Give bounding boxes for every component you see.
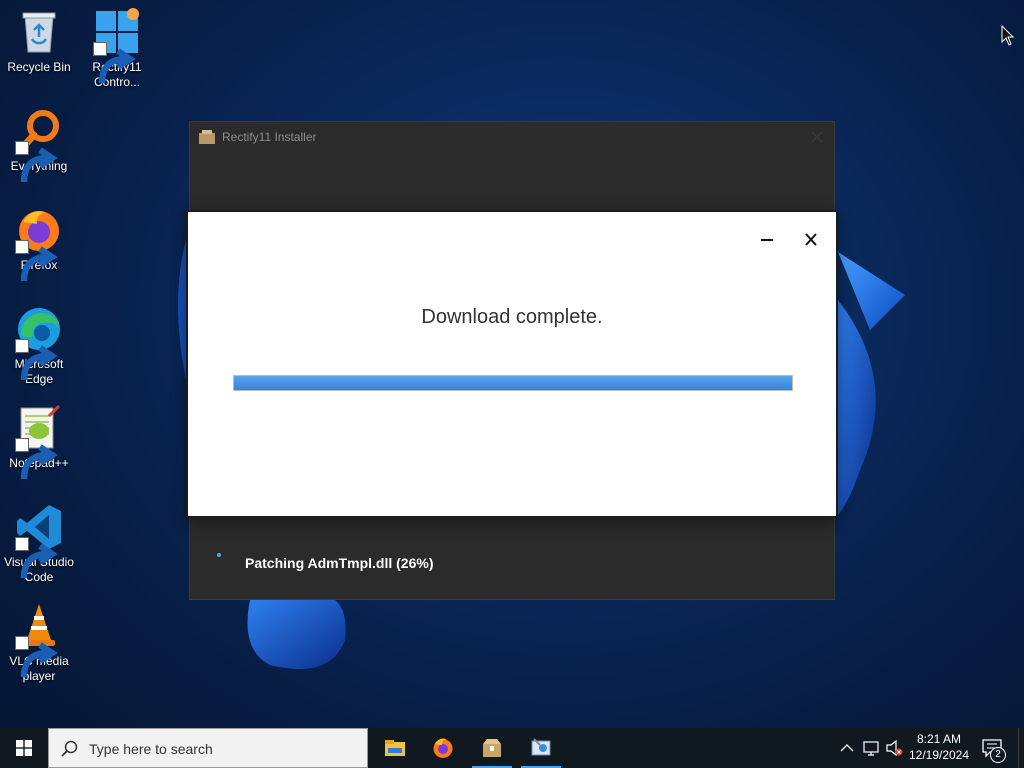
desktop-icon-area: Recycle Bin Rectify11 Contro... Everythi…	[0, 0, 160, 728]
installer-package-icon	[483, 739, 501, 757]
taskbar-app-firefox[interactable]	[419, 728, 467, 768]
tray-network[interactable]	[861, 728, 881, 768]
taskbar: Type here to search 8:21 AM 12/19/2024	[0, 728, 1024, 768]
dialog-message: Download complete.	[421, 306, 603, 328]
magnifier-orange-icon	[15, 107, 63, 183]
notepadpp-icon	[15, 404, 63, 480]
shortcut-arrow-icon	[15, 141, 58, 183]
desktop-icon-firefox[interactable]: Firefox	[1, 206, 77, 282]
installer-close-icon[interactable]	[810, 130, 824, 144]
spinner-icon	[217, 553, 221, 557]
firefox-icon	[433, 738, 453, 758]
network-icon	[863, 741, 879, 756]
recycle-bin-icon	[15, 8, 63, 56]
control-panel-icon	[531, 738, 551, 756]
taskbar-app-file-explorer[interactable]	[371, 728, 419, 768]
file-explorer-icon	[385, 740, 405, 756]
search-icon	[61, 740, 78, 757]
minimize-button[interactable]	[754, 228, 780, 252]
clock-time: 8:21 AM	[916, 732, 962, 746]
show-desktop-button[interactable]	[1018, 728, 1024, 768]
shortcut-arrow-icon	[15, 438, 58, 480]
desktop-icon-recycle-bin[interactable]: Recycle Bin	[1, 8, 77, 75]
chevron-up-icon	[840, 744, 854, 752]
search-placeholder: Type here to search	[89, 741, 213, 757]
progress-bar-fill	[234, 376, 792, 390]
desktop-icon-microsoft-edge[interactable]: Microsoft Edge	[1, 305, 77, 387]
shortcut-arrow-icon	[15, 537, 58, 579]
tray-volume[interactable]	[884, 728, 904, 768]
shortcut-arrow-icon	[93, 42, 136, 84]
start-button[interactable]	[0, 728, 48, 768]
desktop-icon-everything[interactable]: Everything	[1, 107, 77, 183]
windows-logo-icon	[16, 740, 32, 756]
close-icon	[805, 233, 817, 246]
desktop-icon-visual-studio-code[interactable]: Visual Studio Code	[1, 503, 77, 585]
close-button[interactable]	[798, 228, 824, 252]
desktop-icon-vlc[interactable]: VLC media player	[1, 602, 77, 684]
notification-count-badge: 2	[990, 747, 1006, 763]
shortcut-arrow-icon	[15, 240, 58, 282]
windows-control-icon	[93, 8, 141, 84]
clock-date: 12/19/2024	[908, 748, 970, 762]
shortcut-arrow-icon	[15, 636, 58, 678]
taskbar-app-installer[interactable]	[468, 728, 516, 768]
tray-overflow-button[interactable]	[838, 728, 856, 768]
mouse-cursor-icon	[1001, 25, 1015, 46]
volume-muted-icon	[886, 739, 903, 757]
edge-icon	[15, 305, 63, 381]
vscode-icon	[15, 503, 63, 579]
taskbar-search-box[interactable]: Type here to search	[48, 728, 368, 768]
taskbar-clock[interactable]: 8:21 AM 12/19/2024	[906, 731, 972, 763]
installer-title: Rectify11 Installer	[222, 130, 317, 144]
vlc-cone-icon	[15, 602, 63, 678]
download-complete-dialog: Download complete.	[186, 210, 838, 518]
taskbar-app-control-panel[interactable]	[517, 728, 565, 768]
desktop-icon-label: Recycle Bin	[7, 60, 71, 74]
progress-bar	[233, 375, 793, 391]
shortcut-arrow-icon	[15, 339, 58, 381]
installer-app-icon	[199, 130, 215, 144]
firefox-icon	[15, 206, 63, 282]
desktop-icon-notepadpp[interactable]: Notepad++	[1, 404, 77, 480]
installer-status-text: Patching AdmTmpl.dll (26%)	[245, 555, 434, 571]
desktop-icon-rectify11-control[interactable]: Rectify11 Contro...	[79, 8, 155, 90]
minimize-icon	[761, 239, 773, 241]
installer-titlebar[interactable]: Rectify11 Installer	[190, 122, 834, 152]
